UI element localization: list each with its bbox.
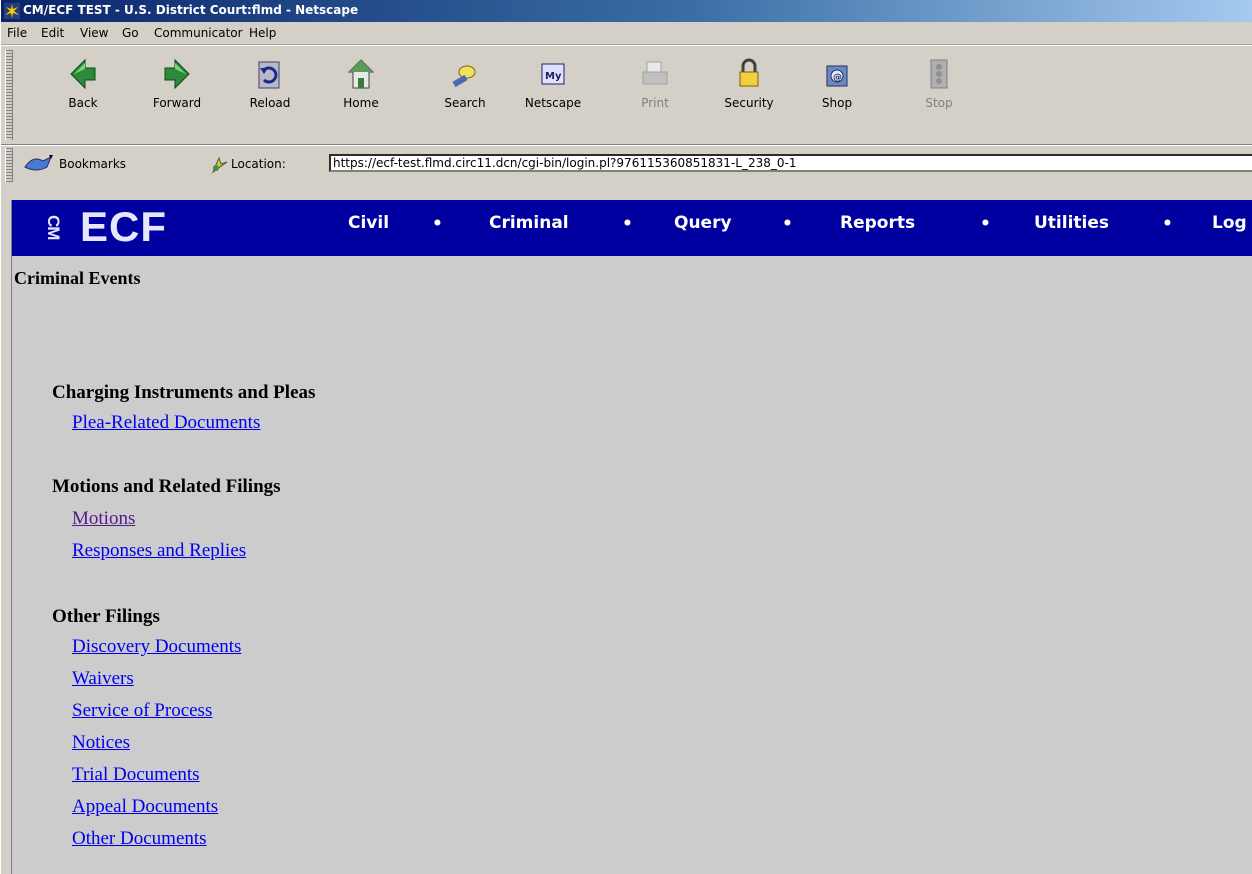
toolbar-grip[interactable] xyxy=(5,50,13,140)
back-arrow-icon xyxy=(70,58,96,90)
forward-arrow-icon xyxy=(164,58,190,90)
menu-communicator[interactable]: Communicator xyxy=(154,26,243,40)
menu-view[interactable]: View xyxy=(80,26,108,40)
nav-query[interactable]: Query xyxy=(674,213,732,233)
stop-icon xyxy=(930,59,948,89)
browser-window: CM/ECF TEST - U.S. District Court:flmd -… xyxy=(0,0,1252,874)
back-button[interactable]: Back xyxy=(51,50,115,142)
link-service-of-process[interactable]: Service of Process xyxy=(72,700,212,722)
shop-label: Shop xyxy=(821,96,853,110)
navigation-toolbar: Back Forward Reload Home Search My Netsc… xyxy=(1,45,1252,145)
svg-text:@: @ xyxy=(833,73,842,83)
netscape-app-icon xyxy=(4,3,20,19)
nav-separator-dot: • xyxy=(1162,214,1173,234)
nav-separator-dot: • xyxy=(622,214,633,234)
bookmarks-icon[interactable] xyxy=(23,153,55,175)
nav-criminal[interactable]: Criminal xyxy=(489,213,569,233)
nav-separator-dot: • xyxy=(980,214,991,234)
nav-civil[interactable]: Civil xyxy=(348,213,389,233)
forward-button[interactable]: Forward xyxy=(145,50,209,142)
forward-label: Forward xyxy=(152,96,202,110)
title-bar: CM/ECF TEST - U.S. District Court:flmd -… xyxy=(1,0,1252,22)
netscape-icon: My xyxy=(541,63,565,85)
netscape-button[interactable]: My Netscape xyxy=(521,50,585,142)
reload-button[interactable]: Reload xyxy=(238,50,302,142)
location-grip[interactable] xyxy=(5,148,13,182)
link-other-documents[interactable]: Other Documents xyxy=(72,828,207,850)
security-label: Security xyxy=(724,96,774,110)
section-heading-other-filings: Other Filings xyxy=(52,606,160,627)
nav-separator-dot: • xyxy=(782,214,793,234)
page-content: CM ECF Civil • Criminal • Query • Report… xyxy=(11,200,1252,874)
link-plea-related-documents[interactable]: Plea-Related Documents xyxy=(72,412,260,434)
home-label: Home xyxy=(343,96,379,110)
search-label: Search xyxy=(444,96,486,110)
svg-text:My: My xyxy=(545,71,562,82)
menu-help[interactable]: Help xyxy=(249,26,276,40)
home-icon xyxy=(347,59,375,89)
nav-logout[interactable]: Log xyxy=(1212,213,1247,233)
nav-separator-dot: • xyxy=(432,214,443,234)
print-icon xyxy=(642,61,668,85)
section-heading-motions: Motions and Related Filings xyxy=(52,476,281,497)
back-label: Back xyxy=(68,96,98,110)
shop-button[interactable]: @ Shop xyxy=(805,50,869,142)
stop-label: Stop xyxy=(925,96,953,110)
location-label: Location: xyxy=(231,157,286,171)
reload-icon xyxy=(258,61,280,89)
nav-utilities[interactable]: Utilities xyxy=(1034,213,1109,233)
print-label: Print xyxy=(641,96,669,110)
search-button[interactable]: Search xyxy=(433,50,497,142)
cmecf-logo: CM ECF xyxy=(44,203,167,251)
search-icon xyxy=(452,65,476,88)
link-notices[interactable]: Notices xyxy=(72,732,130,754)
menu-go[interactable]: Go xyxy=(122,26,139,40)
logo-cm-text: CM xyxy=(44,215,63,240)
window-title: CM/ECF TEST - U.S. District Court:flmd -… xyxy=(23,3,359,17)
menu-file[interactable]: File xyxy=(7,26,27,40)
menu-bar: File Edit View Go Communicator Help xyxy=(1,22,1252,45)
location-toolbar: Bookmarks Location: xyxy=(1,145,1252,186)
shop-icon: @ xyxy=(826,65,848,87)
security-button[interactable]: Security xyxy=(717,50,781,142)
print-button[interactable]: Print xyxy=(623,50,687,142)
link-appeal-documents[interactable]: Appeal Documents xyxy=(72,796,218,818)
netscape-label: Netscape xyxy=(524,96,582,110)
page-proxy-icon[interactable] xyxy=(209,154,229,174)
link-trial-documents[interactable]: Trial Documents xyxy=(72,764,200,786)
logo-ecf-text: ECF xyxy=(80,203,167,250)
link-discovery-documents[interactable]: Discovery Documents xyxy=(72,636,241,658)
security-lock-icon xyxy=(739,58,759,87)
nav-reports[interactable]: Reports xyxy=(840,213,915,233)
ecf-banner: CM ECF Civil • Criminal • Query • Report… xyxy=(12,200,1252,256)
link-responses-and-replies[interactable]: Responses and Replies xyxy=(72,540,246,562)
home-button[interactable]: Home xyxy=(329,50,393,142)
link-waivers[interactable]: Waivers xyxy=(72,668,134,690)
page-title: Criminal Events xyxy=(14,268,141,288)
link-motions[interactable]: Motions xyxy=(72,508,135,530)
section-heading-charging: Charging Instruments and Pleas xyxy=(52,382,316,403)
reload-label: Reload xyxy=(249,96,291,110)
url-field[interactable] xyxy=(329,154,1252,172)
bookmarks-button[interactable]: Bookmarks xyxy=(59,157,126,171)
stop-button[interactable]: Stop xyxy=(907,50,971,142)
menu-edit[interactable]: Edit xyxy=(41,26,64,40)
